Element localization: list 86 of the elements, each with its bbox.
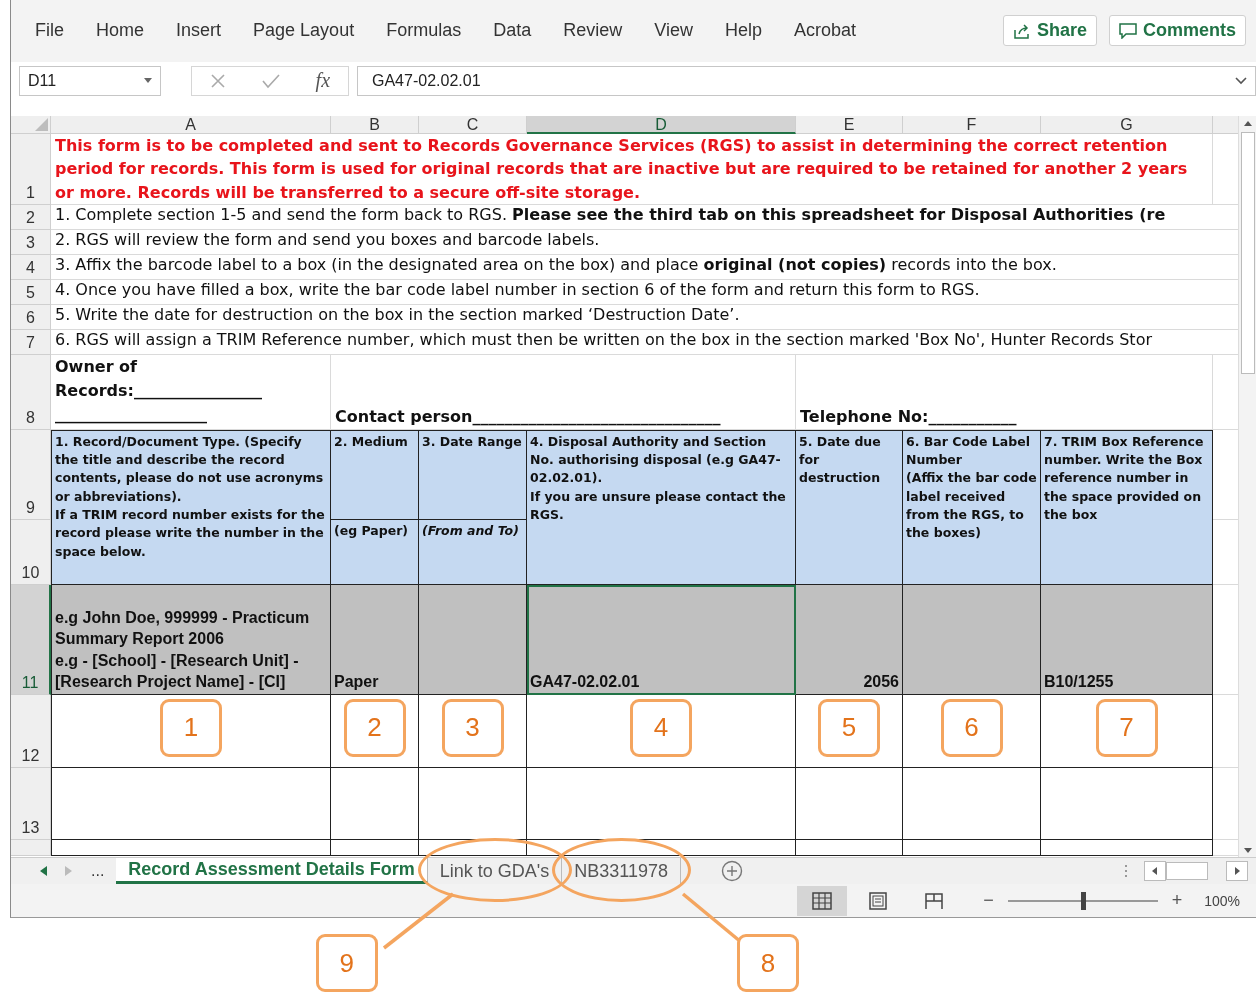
row-header[interactable]: 13: [11, 767, 51, 840]
row-header[interactable]: 6: [11, 304, 51, 330]
check-icon[interactable]: [261, 72, 280, 89]
comments-button[interactable]: Comments: [1109, 15, 1246, 47]
column-heading: 5. Date due for destruction: [796, 429, 903, 585]
example-cell[interactable]: 2056: [796, 584, 903, 695]
example-cell[interactable]: GA47-02.02.01: [527, 584, 796, 695]
page-icon: [868, 891, 889, 910]
cancel-icon[interactable]: [209, 72, 226, 89]
callout-number: 5: [818, 698, 880, 757]
menu-tab[interactable]: Page Layout: [243, 16, 365, 46]
callout-number: 3: [441, 698, 504, 757]
example-cell[interactable]: e.g John Doe, 999999 - Practicum Summary Report 2006 e.g - [School] - [Research Unit] - [Research Project Name] - [CI]: [51, 584, 331, 695]
row-header[interactable]: 11: [11, 584, 51, 695]
row-header[interactable]: 3: [11, 229, 51, 255]
column-subheading: (From and To): [422, 521, 519, 540]
menu-tab[interactable]: Acrobat: [783, 16, 866, 46]
zoom-in-button[interactable]: +: [1167, 890, 1187, 911]
speech-bubble-icon: [1119, 22, 1137, 39]
grid-icon: [812, 891, 833, 910]
menu-tab[interactable]: Home: [86, 16, 155, 46]
row-header[interactable]: 2: [11, 204, 51, 230]
zoom-thumb[interactable]: [1080, 891, 1086, 910]
column-heading: 2. Medium: [331, 429, 419, 520]
menu-tab[interactable]: Formulas: [376, 16, 472, 46]
example-cell[interactable]: B10/1255: [1041, 584, 1213, 695]
menu-tab[interactable]: Review: [553, 16, 633, 46]
instruction-text: 5. Write the date for destruction on the box in the section marked ‘Destruction Date’.: [54, 304, 741, 326]
add-sheet-icon[interactable]: [721, 860, 743, 883]
column-heading: 7. TRIM Box Reference number. Write the Box reference number in the space provided on the box: [1041, 429, 1213, 585]
instruction-text: 6. RGS will assign a TRIM Reference number, which must then be written on the box in the section marked 'Box No', Hunter Records Stor: [54, 329, 1153, 351]
expand-icon: [1235, 76, 1247, 85]
zoom-out-button[interactable]: −: [979, 890, 998, 911]
owner-label: Owner of Records:________________ ___________________: [51, 354, 331, 430]
normal-view-button[interactable]: [797, 885, 848, 916]
row-header[interactable]: 5: [11, 279, 51, 305]
callout-number: 4: [630, 698, 692, 757]
scrollbar-thumb[interactable]: [1240, 131, 1255, 374]
instruction-text: 4. Once you have filled a box, write the bar code label number in section 6 of the form and return this form to RGS.: [54, 279, 981, 301]
callout-number: 8: [737, 934, 799, 993]
menu-tab[interactable]: File: [25, 16, 74, 46]
callout-number: 2: [343, 698, 406, 757]
zoom-level: 100%: [1204, 892, 1240, 909]
instruction-text: 1. Complete section 1-5 and send the form back to RGS. Please see the third tab on this spreadsheet for Disposal Authorities (re: [54, 204, 1167, 226]
row-header[interactable]: 10: [11, 519, 51, 585]
scroll-left-icon[interactable]: [1144, 861, 1166, 882]
row-header[interactable]: 9: [11, 429, 51, 520]
scrollbar-thumb[interactable]: [1166, 862, 1208, 881]
dropdown-icon: [144, 78, 152, 84]
callout-number: 9: [315, 934, 378, 993]
menu-tab[interactable]: View: [644, 16, 703, 46]
menu-tab[interactable]: Help: [714, 16, 772, 46]
example-cell[interactable]: [903, 584, 1041, 695]
callout-number: 6: [940, 698, 1003, 757]
menu-tab[interactable]: Data: [483, 16, 542, 46]
menu-tab[interactable]: Insert: [166, 16, 232, 46]
notice-text: This form is to be completed and sent to Records Governance Services (RGS) to assist in determining the correct retention period for records. This form is used for original records that are inactive but are required to be retained for another 2 years or more. Records will be transferred to a secure off-site storage.: [51, 133, 1213, 205]
instruction-text: 3. Affix the barcode label to a box (in the designated area on the box) and place original (not copies) records into the box.: [54, 254, 1058, 276]
row-header[interactable]: 1: [11, 133, 51, 205]
instruction-text: 2. RGS will review the form and send you boxes and barcode labels.: [54, 229, 601, 251]
telephone-label: Telephone No:___________: [796, 354, 1213, 430]
row-header[interactable]: 7: [11, 329, 51, 355]
column-heading: 1. Record/Document Type. (Specify the title and describe the record contents, please do not use acronyms or abbreviations). If a TRIM record number exists for the record please write the number in the space below.: [51, 429, 331, 585]
column-heading: 4. Disposal Authority and Section No. authorising disposal (e.g GA47-02.02.01). If you are unsure please contact the RGS.: [527, 429, 796, 585]
column-heading: 6. Bar Code Label Number (Affix the bar code label received from the RGS, to the boxes): [903, 429, 1041, 585]
contact-label: Contact person_______________________________: [331, 354, 796, 430]
formula-field[interactable]: GA47-02.02.01: [357, 65, 1256, 96]
page-break-icon: [924, 891, 945, 910]
more-sheets-button[interactable]: ...: [91, 862, 105, 881]
name-box[interactable]: D11: [19, 65, 161, 96]
sheet-tab[interactable]: Record Assessment Details Form: [116, 858, 428, 885]
previous-sheet-icon[interactable]: [39, 866, 47, 877]
example-cell[interactable]: [419, 584, 527, 695]
splitter-icon[interactable]: [1124, 863, 1128, 880]
column-heading: 3. Date Range: [419, 429, 527, 520]
scroll-right-icon[interactable]: [1226, 861, 1248, 882]
callout-number: 1: [160, 698, 222, 757]
row-header[interactable]: 8: [11, 354, 51, 430]
insert-function-button[interactable]: fx: [315, 69, 331, 93]
example-cell[interactable]: Paper: [331, 584, 419, 695]
share-icon: [1012, 22, 1031, 39]
column-subheading: (eg Paper): [334, 521, 409, 540]
row-header[interactable]: 12: [11, 694, 51, 768]
share-button[interactable]: Share: [1002, 15, 1097, 47]
callout-number: 7: [1095, 698, 1158, 757]
row-header[interactable]: 4: [11, 254, 51, 280]
